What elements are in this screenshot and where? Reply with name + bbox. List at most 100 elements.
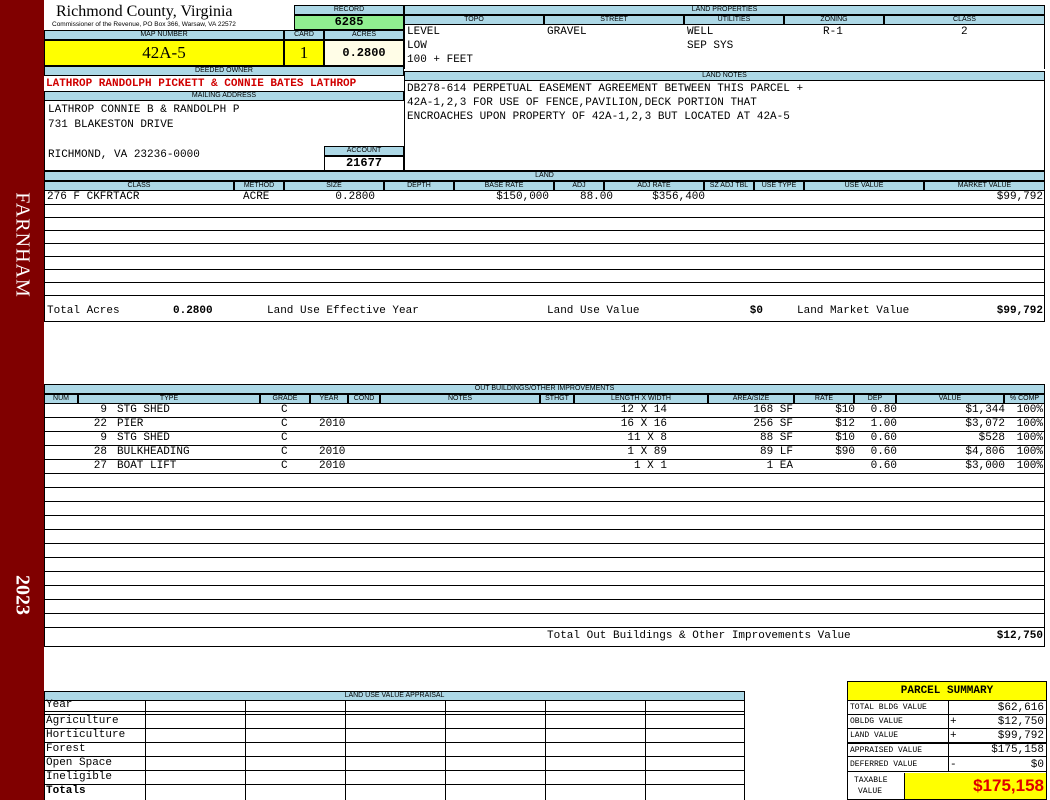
ob-row-2-rate: $12 [835,418,855,430]
ob-row-1-dep: 0.80 [870,404,897,416]
ob-row-4-grade: C [281,446,288,458]
land-header: LAND [44,171,1045,181]
class-1: 2 [961,26,968,38]
record-header: RECORD [294,5,404,15]
taxable-label-line-2: VALUE [858,787,883,796]
ob-row-5-year: 2010 [319,460,346,472]
ob-col-notes: NOTES [380,394,540,404]
land-rule-6 [45,269,1044,270]
land-rule-1 [45,204,1044,205]
ob-rule-12 [45,571,1044,572]
land-rule-2 [45,217,1044,218]
record-value: 6285 [294,15,404,30]
summary-value: $0 [1030,759,1044,771]
land-col-adj-rate: ADJ RATE [604,181,704,191]
summary-label: TOTAL BLDG VALUE [850,703,927,712]
land-col-class: CLASS [44,181,234,191]
land-col-use-type: USE TYPE [754,181,804,191]
ob-col-area: AREA/SIZE [708,394,794,404]
lua-row-year: Year [46,699,73,711]
ob-row-2-dims: 16 X 16 [620,418,667,430]
ob-col-cond: COND [348,394,380,404]
commissioner-address: Commissioner of the Revenue, PO Box 366,… [52,21,236,28]
mailing-line-1: LATHROP CONNIE B & RANDOLPH P [48,104,240,116]
ob-total-label: Total Out Buildings & Other Improvements… [547,630,851,642]
land-use-appraisal-table: Year Agriculture Horticulture Forest Ope… [44,699,745,800]
ob-col-num: NUM [44,394,78,404]
land-col-adj: ADJ [554,181,604,191]
ob-row-3-area: 88 SF [759,432,793,444]
summary-row-appraised: APPRAISED VALUE $175,158 [848,743,1046,757]
ob-row-5-area: 1 EA [766,460,793,472]
land-col-base-rate: BASE RATE [454,181,554,191]
mailing-address: LATHROP CONNIE B & RANDOLPH P 731 BLAKES… [44,101,325,171]
land-use-value-label: Land Use Value [547,305,640,317]
lua-rule-6 [45,784,744,785]
ob-row-5-value: $3,000 [965,460,1005,472]
ob-row-3-comp: 100% [1016,432,1043,444]
lua-rule-1 [45,711,744,712]
lua-row-forest: Forest [46,743,86,755]
ob-row-3-dep: 0.60 [870,432,897,444]
taxable-label: TAXABLE VALUE [848,773,904,800]
ob-col-sthgt: STHGT [540,394,574,404]
summary-row-deferred: DEFERRED VALUE - $0 [848,758,1046,772]
ob-row-1-comp: 100% [1016,404,1043,416]
summary-sign: + [950,730,957,742]
ob-row-2-year: 2010 [319,418,346,430]
summary-sign: + [950,716,957,728]
district-label: FARNHAM [11,192,34,298]
ob-row-1-dims: 12 X 14 [620,404,667,416]
land-row-class: 276 F CKFRTACR [47,191,140,203]
ob-row-4-type: BULKHEADING [117,446,190,458]
ob-row-4-area: 89 LF [759,446,793,458]
land-row-method: ACRE [243,191,270,203]
land-rule-7 [45,282,1044,283]
county-title: Richmond County, Virginia [56,3,233,20]
topo-1: LEVEL [407,26,441,38]
lua-rule-1b [45,714,744,715]
land-note-1: DB278-614 PERPETUAL EASEMENT AGREEMENT B… [407,83,804,95]
land-col-size: SIZE [284,181,384,191]
summary-label: LAND VALUE [850,731,899,740]
ob-rule-8 [45,515,1044,516]
parcel-summary-title: PARCEL SUMMARY [848,682,1046,701]
land-rule-8 [45,295,1044,296]
ob-row-5-type: BOAT LIFT [117,460,177,472]
mailing-line-2: 731 BLAKESTON DRIVE [48,119,174,131]
ob-row-3-type: STG SHED [117,432,170,444]
ob-rule-13 [45,585,1044,586]
lua-col-3 [345,700,346,800]
ob-row-4-dims: 1 X 89 [627,446,667,458]
land-properties-body: LEVEL GRAVEL WELL R-1 2 LOW SEP SYS 100 … [404,25,1045,69]
total-acres-value: 0.2800 [173,305,213,317]
land-row-base-rate: $150,000 [496,191,549,203]
land-market-value: $99,792 [996,305,1043,317]
ob-row-5-grade: C [281,460,288,472]
total-acres-label: Total Acres [47,305,120,317]
lua-col-4 [445,700,446,800]
street-col: STREET [544,15,684,25]
zoning-col: ZONING [784,15,884,25]
topo-2: LOW [407,40,427,52]
ob-rule-7 [45,501,1044,502]
ob-row-5-dims: 1 X 1 [633,460,667,472]
land-use-value: $0 [749,305,763,317]
lua-col-2 [245,700,246,800]
county-header: Richmond County, Virginia Commissioner o… [44,3,294,31]
ob-rule-10 [45,543,1044,544]
land-note-2: 42A-1,2,3 FOR USE OF FENCE,PAVILION,DECK… [407,97,757,109]
land-row-size: 0.2800 [335,191,375,203]
land-col-market-value: MARKET VALUE [924,181,1045,191]
ob-total-value: $12,750 [996,630,1043,642]
year-label: 2023 [11,575,34,615]
ob-rule-11 [45,557,1044,558]
summary-label: OBLDG VALUE [850,717,903,726]
ob-row-4-dep: 0.60 [870,446,897,458]
lua-rule-2 [45,728,744,729]
taxable-value: $175,158 [904,773,1046,799]
mailing-line-4: RICHMOND, VA 23236-0000 [48,149,200,161]
parcel-summary: PARCEL SUMMARY TOTAL BLDG VALUE $62,616 … [847,681,1047,800]
ob-row-2-type: PIER [117,418,144,430]
lua-col-1 [145,700,146,800]
